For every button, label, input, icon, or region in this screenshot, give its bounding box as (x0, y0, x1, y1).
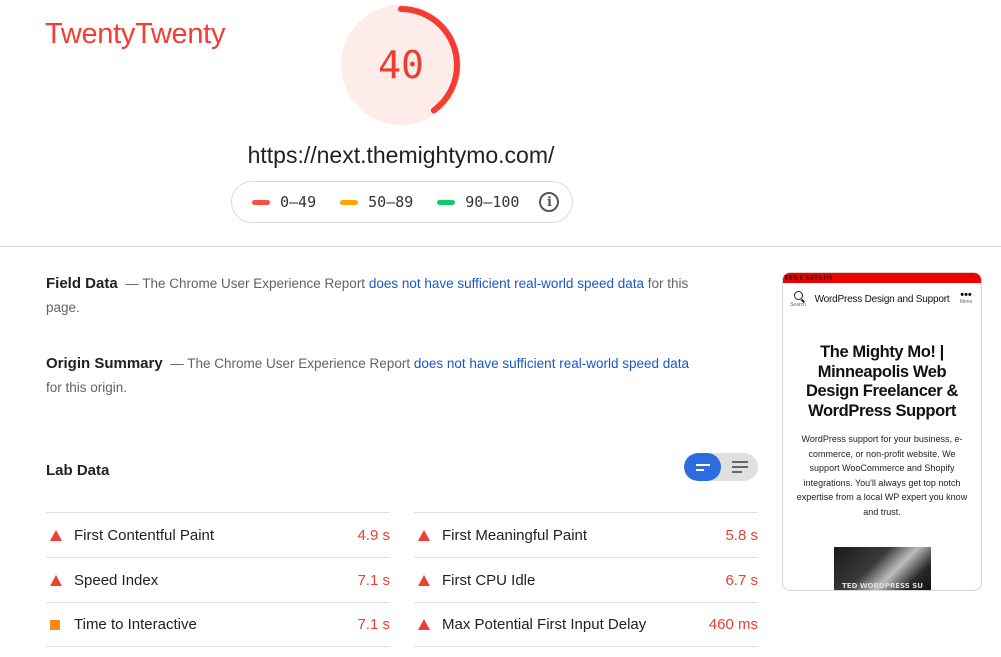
menu-label: Menu (959, 299, 973, 305)
metric-value: 5.8 s (725, 526, 758, 544)
list-view-icon[interactable] (721, 453, 758, 481)
lab-data-heading: Lab Data (46, 462, 110, 479)
fail-triangle-icon (418, 529, 430, 541)
metric-label: First CPU Idle (442, 571, 536, 589)
page-screenshot-thumbnail: TEST SITE!!! Search WordPress Design and… (782, 272, 982, 591)
metrics-view-toggle[interactable] (684, 453, 758, 481)
field-data-section: Field Data — The Chrome User Experience … (46, 272, 706, 320)
metric-speed-index: Speed Index 7.1 s (46, 557, 390, 602)
fail-triangle-icon (418, 574, 430, 586)
fail-triangle-icon (418, 619, 430, 630)
origin-summary-text-after: for this origin. (46, 380, 128, 395)
screenshot-body-text: WordPress support for your business, e-c… (796, 434, 968, 517)
legend-item-pass: 90–100 (437, 193, 519, 211)
metric-value: 7.1 s (357, 616, 390, 633)
screenshot-site-name: WordPress Design and Support (814, 294, 950, 305)
field-data-link[interactable]: does not have sufficient real-world spee… (369, 276, 644, 291)
origin-summary-text: The Chrome User Experience Report (187, 356, 411, 371)
metric-value: 4.9 s (357, 526, 390, 544)
origin-summary-link[interactable]: does not have sufficient real-world spee… (414, 356, 689, 371)
screenshot-search: Search (789, 291, 807, 308)
analyzed-url: https://next.themightymo.com/ (247, 142, 555, 168)
legend-fail-marker (252, 199, 270, 205)
legend-pass-marker (437, 199, 456, 205)
fail-triangle-icon (50, 574, 62, 586)
origin-summary-heading: Origin Summary (46, 355, 163, 372)
screenshot-site-header: Search WordPress Design and Support ••• … (783, 283, 981, 317)
performance-score-gauge: 40 (341, 5, 463, 127)
metric-value: 460 ms (708, 616, 758, 633)
metric-label: First Meaningful Paint (442, 526, 588, 544)
compact-view-icon[interactable] (684, 453, 721, 481)
legend-average-marker (340, 199, 359, 205)
metric-value: 6.7 s (725, 571, 758, 589)
screenshot-hero-image: TED WORDPRESS SU (834, 547, 931, 590)
origin-summary-dash: — (170, 356, 184, 371)
performance-score: 40 (378, 43, 424, 87)
metric-first-meaningful-paint: First Meaningful Paint 5.8 s (414, 512, 758, 557)
legend-average-range: 50–89 (368, 193, 414, 211)
section-divider (0, 246, 1001, 247)
metric-label: Time to Interactive (74, 616, 197, 633)
metric-time-to-interactive: Time to Interactive 7.1 s (46, 602, 390, 647)
field-data-heading: Field Data (46, 275, 118, 292)
info-icon[interactable]: i (539, 192, 560, 212)
metric-value: 7.1 s (357, 571, 390, 589)
origin-summary-section: Origin Summary — The Chrome User Experie… (46, 352, 706, 400)
legend-pass-range: 90–100 (465, 193, 520, 211)
legend-item-average: 50–89 (340, 193, 413, 211)
legend-item-fail: 0–49 (252, 193, 316, 211)
fail-triangle-icon (50, 529, 62, 541)
search-icon (793, 291, 803, 300)
screenshot-menu: ••• Menu (957, 289, 975, 306)
screenshot-image-caption: TED WORDPRESS SU (842, 582, 923, 590)
field-data-text: The Chrome User Experience Report (142, 276, 366, 291)
metric-max-potential-fid: Max Potential First Input Delay 460 ms (414, 602, 758, 647)
metric-label: First Contentful Paint (74, 526, 215, 544)
screenshot-headline: The Mighty Mo! | Minneapolis Web Design … (806, 343, 958, 420)
average-square-icon (50, 619, 60, 630)
metric-label: Speed Index (74, 571, 159, 589)
field-data-dash: — (125, 276, 139, 291)
theme-title: TwentyTwenty (45, 18, 226, 50)
lab-metrics-right: First Meaningful Paint 5.8 s First CPU I… (414, 512, 758, 647)
menu-dots-icon: ••• (960, 289, 972, 301)
score-legend: 0–49 50–89 90–100 i (231, 181, 573, 223)
metric-first-cpu-idle: First CPU Idle 6.7 s (414, 557, 758, 602)
metric-first-contentful-paint: First Contentful Paint 4.9 s (46, 512, 390, 557)
legend-fail-range: 0–49 (280, 193, 317, 211)
lab-metrics-left: First Contentful Paint 4.9 s Speed Index… (46, 512, 390, 647)
test-site-banner: TEST SITE!!! (783, 273, 981, 283)
metric-label: Max Potential First Input Delay (442, 616, 647, 633)
